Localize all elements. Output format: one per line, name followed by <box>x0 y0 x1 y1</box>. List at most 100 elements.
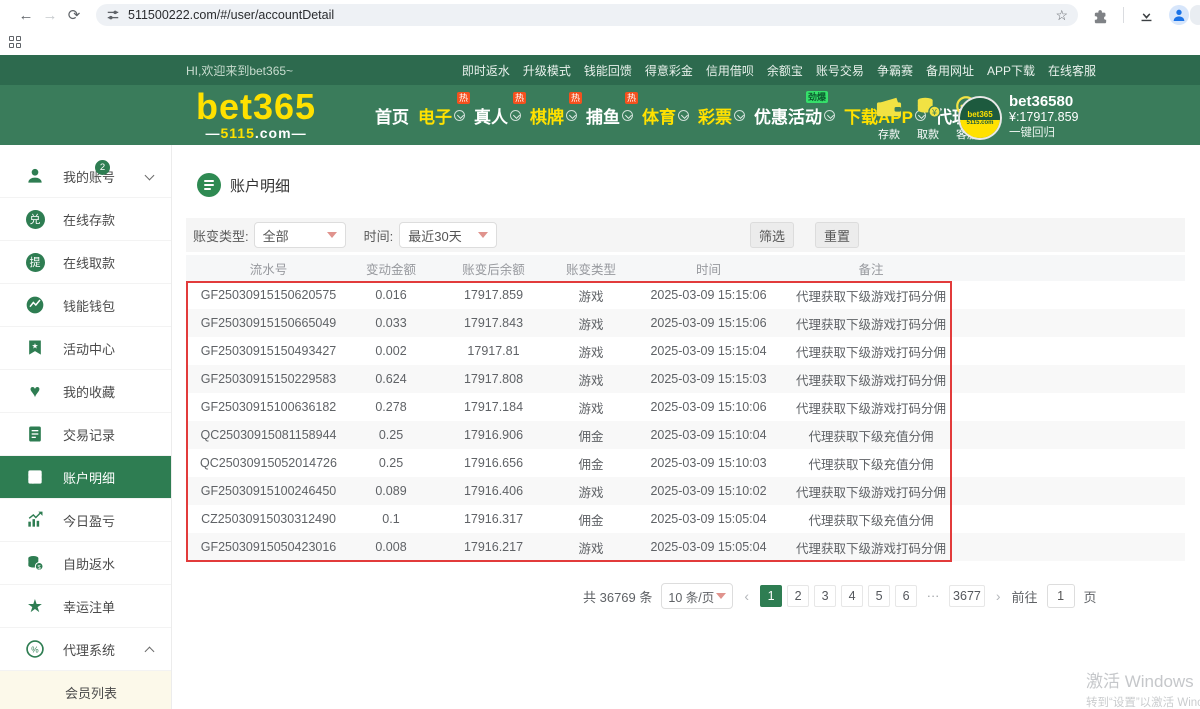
apps-grid-icon[interactable] <box>9 36 22 49</box>
page-button[interactable]: 4 <box>841 585 863 607</box>
sidebar-item-自助返水[interactable]: $自助返水 <box>0 542 171 585</box>
topbar-link[interactable]: 争霸赛 <box>877 62 913 79</box>
reload-icon[interactable]: ⟳ <box>62 6 86 24</box>
url-text[interactable]: 511500222.com/#/user/accountDetail <box>128 8 1055 22</box>
site-settings-icon[interactable] <box>106 8 120 22</box>
nav-item-彩票[interactable]: 彩票 <box>697 101 746 130</box>
topbar-link[interactable]: 即时返水 <box>462 62 510 79</box>
back-icon[interactable]: ← <box>14 7 38 24</box>
nav-badge: 热 <box>457 92 470 104</box>
time-filter-select[interactable]: 最近30天 <box>399 222 497 248</box>
chevron-down-icon <box>478 232 488 238</box>
page-button[interactable]: 2 <box>787 585 809 607</box>
table-cell: 0.624 <box>351 365 431 393</box>
table-row: GF250309151506650490.03317917.843游戏2025-… <box>186 309 1185 337</box>
one-key-return-link[interactable]: 一键回归 <box>1009 126 1079 140</box>
page-button[interactable]: 3677 <box>949 585 985 607</box>
forward-icon[interactable]: → <box>38 7 62 24</box>
quick-action-取款[interactable]: ¥取款 <box>913 94 943 142</box>
bookmark-star-icon[interactable]: ☆ <box>1055 7 1068 24</box>
table-cell: 佣金 <box>556 449 626 477</box>
sidebar-item-我的收藏[interactable]: ♥我的收藏 <box>0 370 171 413</box>
topbar-link[interactable]: 备用网址 <box>926 62 974 79</box>
quick-action-存款[interactable]: 存款 <box>874 94 904 142</box>
nav-item-优惠活动[interactable]: 优惠活动劲爆 <box>753 101 836 130</box>
sidebar-item-label: 交易记录 <box>63 425 115 444</box>
page-button[interactable]: 3 <box>814 585 836 607</box>
sidebar-item-代理系统[interactable]: %代理系统 <box>0 628 171 671</box>
nav-item-真人[interactable]: 真人热 <box>473 101 522 130</box>
topbar-link[interactable]: 账号交易 <box>816 62 864 79</box>
table-cell: 2025-03-09 15:15:06 <box>626 281 791 309</box>
nav-item-体育[interactable]: 体育 <box>641 101 690 130</box>
time-filter-label: 时间: <box>364 226 394 245</box>
table-cell: 17916.906 <box>431 421 556 449</box>
topbar-link[interactable]: 在线客服 <box>1048 62 1096 79</box>
table-cell: 代理获取下级充值分佣 <box>791 421 951 449</box>
type-filter-select[interactable]: 全部 <box>254 222 346 248</box>
table-cell-filler <box>951 477 1185 505</box>
pagination: 共 36769 条 10 条/页 ‹ 123456···3677 › 前往 页 <box>583 583 1097 609</box>
sidebar-item-今日盈亏[interactable]: 今日盈亏 <box>0 499 171 542</box>
table-cell: 游戏 <box>556 309 626 337</box>
table-row: GF250309150504230160.00817916.217游戏2025-… <box>186 533 1185 561</box>
sidebar-item-账户明细[interactable]: 账户明细 <box>0 456 171 499</box>
sidebar-item-幸运注单[interactable]: ★幸运注单 <box>0 585 171 628</box>
extensions-icon[interactable] <box>1092 7 1109 24</box>
topbar-link[interactable]: 信用借呗 <box>706 62 754 79</box>
site-logo[interactable]: bet365 —5115.com— <box>196 89 316 141</box>
per-page-select[interactable]: 10 条/页 <box>661 583 733 609</box>
download-icon[interactable] <box>1138 7 1155 24</box>
sidebar-item-我的账号[interactable]: 我的账号2 <box>0 155 171 198</box>
table-cell: 代理获取下级游戏打码分佣 <box>791 477 951 505</box>
address-bar[interactable]: 511500222.com/#/user/accountDetail ☆ <box>96 4 1078 26</box>
page-ellipsis[interactable]: ··· <box>922 585 944 607</box>
table-cell: 17916.406 <box>431 477 556 505</box>
nav-item-棋牌[interactable]: 棋牌热 <box>529 101 578 130</box>
table-cell: 游戏 <box>556 281 626 309</box>
page-button[interactable]: 1 <box>760 585 782 607</box>
page-button[interactable]: 6 <box>895 585 917 607</box>
table-cell: 代理获取下级游戏打码分佣 <box>791 309 951 337</box>
sidebar-item-钱能钱包[interactable]: 钱能钱包 <box>0 284 171 327</box>
sidebar-item-label: 我的收藏 <box>63 382 115 401</box>
sidebar-item-会员列表[interactable]: 会员列表 <box>0 671 171 709</box>
table-cell: 2025-03-09 15:15:04 <box>626 337 791 365</box>
table-cell: 佣金 <box>556 505 626 533</box>
sidebar-item-label: 活动中心 <box>63 339 115 358</box>
topbar-link[interactable]: 得意彩金 <box>645 62 693 79</box>
nav-item-首页[interactable]: 首页 <box>374 101 410 130</box>
table-cell: 代理获取下级充值分佣 <box>791 505 951 533</box>
topbar-link[interactable]: APP下载 <box>987 62 1035 79</box>
prev-page-icon[interactable]: ‹ <box>742 588 751 604</box>
table-cell: 代理获取下级游戏打码分佣 <box>791 393 951 421</box>
sidebar-item-在线存款[interactable]: 兑在线存款 <box>0 198 171 241</box>
next-page-icon[interactable]: › <box>994 588 1003 604</box>
table-cell-filler <box>951 365 1185 393</box>
page-button[interactable]: 5 <box>868 585 890 607</box>
nav-item-电子[interactable]: 电子热 <box>417 101 466 130</box>
topbar-link[interactable]: 升级模式 <box>523 62 571 79</box>
account-logo-badge[interactable]: bet365 5115.com <box>960 98 1000 138</box>
table-cell-filler <box>951 421 1185 449</box>
bookmarks-bar <box>0 30 1200 55</box>
nav-item-捕鱼[interactable]: 捕鱼热 <box>585 101 634 130</box>
goto-page-input[interactable] <box>1047 584 1075 608</box>
column-header: 账变类型 <box>556 255 626 281</box>
table-cell: 2025-03-09 15:10:04 <box>626 421 791 449</box>
filter-button[interactable]: 筛选 <box>750 222 794 248</box>
reset-button[interactable]: 重置 <box>815 222 859 248</box>
topbar-link[interactable]: 钱能回馈 <box>584 62 632 79</box>
table-cell: 17916.217 <box>431 533 556 561</box>
table-cell: 代理获取下级充值分佣 <box>791 449 951 477</box>
table-cell: GF25030915100246450 <box>186 477 351 505</box>
sidebar-item-活动中心[interactable]: ★活动中心 <box>0 327 171 370</box>
table-cell: 代理获取下级游戏打码分佣 <box>791 281 951 309</box>
table-cell: 代理获取下级游戏打码分佣 <box>791 337 951 365</box>
topbar-link[interactable]: 余额宝 <box>767 62 803 79</box>
nav-badge: 劲爆 <box>806 91 828 103</box>
profile-avatar[interactable] <box>1169 5 1189 25</box>
sidebar-item-在线取款[interactable]: 提在线取款 <box>0 241 171 284</box>
sidebar-item-交易记录[interactable]: 交易记录 <box>0 413 171 456</box>
table-cell: 2025-03-09 15:05:04 <box>626 505 791 533</box>
